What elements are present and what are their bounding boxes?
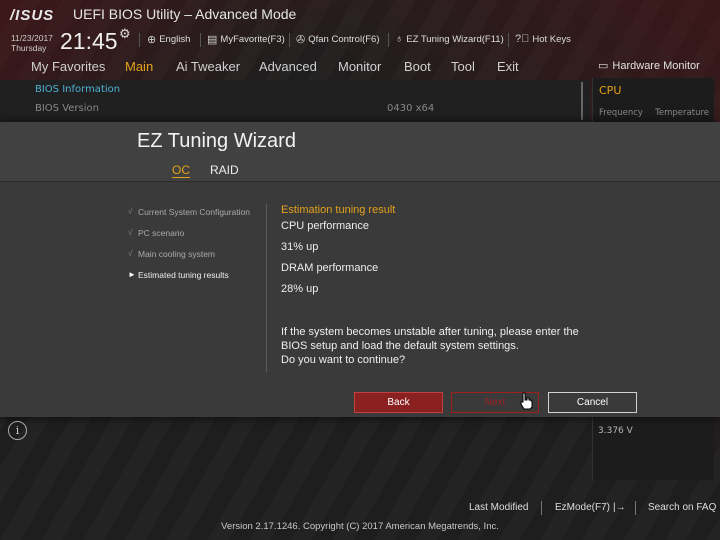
app-title: UEFI BIOS Utility – Advanced Mode [73, 6, 297, 22]
dialog-header: EZ Tuning Wizard OC RAID [0, 122, 720, 182]
last-modified-button[interactable]: Last Modified [469, 502, 528, 513]
step-label: Estimated tuning results [138, 270, 229, 280]
hardware-monitor-label: Hardware Monitor [612, 59, 700, 72]
hw-frequency-label: Frequency [599, 108, 643, 118]
back-button[interactable]: Back [354, 392, 443, 413]
language-button[interactable]: ⊕ English [147, 33, 190, 46]
separator [388, 33, 389, 47]
menu-boot[interactable]: Boot [404, 59, 431, 74]
day-text: Thursday [11, 43, 47, 53]
qfan-control-button[interactable]: ✇ Qfan Control(F6) [296, 33, 380, 46]
step-label: Main cooling system [138, 249, 216, 259]
ez-tuning-dialog: EZ Tuning Wizard OC RAID √ Current Syste… [0, 122, 720, 417]
hardware-monitor-title: ▭ Hardware Monitor [598, 59, 700, 73]
copyright-text: Version 2.17.1246. Copyright (C) 2017 Am… [221, 521, 499, 532]
check-icon: √ [128, 207, 133, 216]
bios-version-value: 0430 x64 [387, 103, 435, 114]
step-current-config: √ Current System Configuration [128, 207, 250, 217]
warning-text: If the system becomes unstable after tun… [281, 325, 601, 367]
separator [200, 33, 201, 47]
warning-line: BIOS setup and load the default system s… [281, 340, 519, 352]
hw-cpu-heading: CPU [599, 84, 622, 97]
menu-main[interactable]: Main [125, 59, 153, 74]
result-title: Estimation tuning result [281, 204, 396, 216]
qfan-label: Qfan Control(F6) [308, 34, 380, 45]
bios-information-heading: BIOS Information [35, 84, 121, 95]
exit-arrow-icon: |→ [613, 502, 626, 513]
cpu-performance-value: 31% up [281, 241, 319, 253]
menu-my-favorites[interactable]: My Favorites [31, 59, 105, 74]
hw-voltage-value: 3.376 V [598, 426, 633, 436]
date-text: 11/23/2017 [11, 33, 53, 43]
tab-oc[interactable]: OC [172, 163, 190, 178]
hot-keys-label: Hot Keys [532, 33, 571, 45]
hw-cpu-labels: Frequency Temperature [599, 108, 709, 118]
separator [541, 501, 542, 515]
cpu-performance-label: CPU performance [281, 220, 370, 232]
search-faq-button[interactable]: Search on FAQ [648, 502, 716, 513]
menu-exit[interactable]: Exit [497, 59, 519, 74]
warning-line: Do you want to continue? [281, 354, 406, 366]
language-label: English [159, 34, 191, 45]
hand-cursor-icon [520, 392, 533, 410]
main-menu: My Favorites Main Ai Tweaker Advanced Mo… [0, 57, 590, 79]
dialog-title: EZ Tuning Wizard [137, 130, 296, 152]
menu-ai-tweaker[interactable]: Ai Tweaker [176, 59, 240, 74]
separator [139, 33, 140, 47]
arrow-right-icon: ► [128, 270, 136, 279]
top-bar: /ISUS UEFI BIOS Utility – Advanced Mode … [0, 0, 720, 57]
warning-line: If the system becomes unstable after tun… [281, 326, 579, 338]
ez-tuning-button[interactable]: ♁ EZ Tuning Wizard(F11) [395, 33, 504, 45]
date-display: 11/23/2017 Thursday [11, 33, 53, 53]
divider [266, 204, 267, 372]
clock: 21:45 [60, 28, 118, 54]
asus-logo: /ISUS [10, 7, 55, 24]
bios-version-label: BIOS Version [35, 103, 99, 114]
my-favorite-label: MyFavorite(F3) [220, 34, 285, 45]
hw-temperature-label: Temperature [655, 108, 709, 118]
step-estimated-results: ► Estimated tuning results [128, 270, 229, 280]
check-icon: √ [128, 228, 133, 237]
check-icon: √ [128, 249, 133, 258]
my-favorite-button[interactable]: ▤ MyFavorite(F3) [207, 33, 285, 46]
fan-icon: ✇ [296, 34, 306, 46]
ez-tuning-label: EZ Tuning Wizard(F11) [406, 33, 504, 45]
scrollbar[interactable] [581, 82, 583, 120]
separator [508, 33, 509, 47]
dram-performance-label: DRAM performance [281, 262, 379, 274]
cancel-button[interactable]: Cancel [548, 392, 637, 413]
step-cooling: √ Main cooling system [128, 249, 215, 259]
dram-performance-value: 28% up [281, 283, 319, 295]
menu-monitor[interactable]: Monitor [338, 59, 381, 74]
favorite-icon: ▤ [207, 34, 218, 46]
ezmode-button[interactable]: EzMode(F7) |→ [555, 502, 626, 513]
lightbulb-icon: ♁ [395, 33, 404, 45]
tab-raid[interactable]: RAID [210, 163, 239, 177]
hot-keys-button[interactable]: ?⃞ Hot Keys [515, 33, 571, 45]
globe-icon: ⊕ [147, 34, 157, 46]
ezmode-label: EzMode(F7) [555, 502, 611, 513]
step-label: Current System Configuration [138, 207, 250, 217]
menu-tool[interactable]: Tool [451, 59, 475, 74]
help-icon: ?⃞ [515, 33, 530, 45]
separator [289, 33, 290, 47]
menu-advanced[interactable]: Advanced [259, 59, 317, 74]
separator [635, 501, 636, 515]
monitor-icon: ▭ [598, 60, 609, 72]
gear-icon[interactable]: ⚙ [119, 27, 131, 42]
info-icon[interactable]: i [8, 421, 27, 440]
step-label: PC scenario [138, 228, 185, 238]
step-pc-scenario: √ PC scenario [128, 228, 184, 238]
